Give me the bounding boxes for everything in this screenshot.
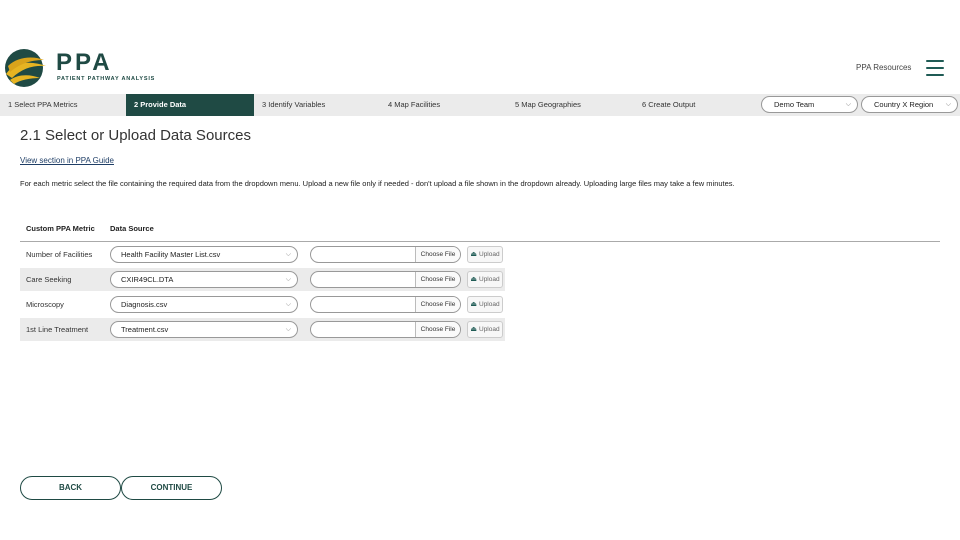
data-source-value: Diagnosis.csv (121, 300, 168, 309)
file-name-field[interactable] (311, 297, 417, 312)
column-header-metric: Custom PPA Metric (26, 224, 95, 233)
upload-button[interactable]: ⏏ Upload (467, 296, 503, 313)
logo-subtitle: PATIENT PATHWAY ANALYSIS (57, 76, 156, 82)
continue-button[interactable]: CONTINUE (121, 476, 222, 500)
choose-file-button[interactable]: Choose File (415, 272, 460, 287)
team-select-value: Demo Team (774, 100, 815, 109)
choose-file-button[interactable]: Choose File (415, 297, 460, 312)
data-source-select[interactable]: CXIR49CL.DTA ⌵ (110, 271, 298, 288)
ppa-resources-link[interactable]: PPA Resources (856, 63, 911, 72)
choose-file-button[interactable]: Choose File (415, 247, 460, 262)
upload-icon: ⏏ (470, 301, 477, 308)
data-source-value: Health Facility Master List.csv (121, 250, 221, 259)
file-name-field[interactable] (311, 272, 417, 287)
data-source-value: Treatment.csv (121, 325, 169, 334)
step-select-ppa-metrics[interactable]: 1 Select PPA Metrics (0, 94, 126, 116)
step-identify-variables[interactable]: 3 Identify Variables (254, 94, 380, 116)
column-header-data-source: Data Source (110, 224, 154, 233)
upload-button[interactable]: ⏏ Upload (467, 246, 503, 263)
chevron-down-icon: ⌵ (285, 276, 291, 283)
upload-label: Upload (479, 326, 500, 333)
chevron-down-icon: ⌵ (285, 326, 291, 333)
step-navigation: 1 Select PPA Metrics 2 Provide Data 3 Id… (0, 94, 960, 116)
data-source-value: CXIR49CL.DTA (121, 275, 174, 284)
data-source-select[interactable]: Health Facility Master List.csv ⌵ (110, 246, 298, 263)
region-select[interactable]: Country X Region ⌵ (861, 96, 958, 113)
file-input[interactable]: Choose File (310, 321, 461, 338)
metric-label: 1st Line Treatment (26, 325, 89, 334)
step-create-output[interactable]: 6 Create Output (634, 94, 754, 116)
back-button[interactable]: BACK (20, 476, 121, 500)
file-name-field[interactable] (311, 247, 417, 262)
instructions-text: For each metric select the file containi… (20, 179, 735, 188)
table-row: Microscopy Diagnosis.csv ⌵ Choose File ⏏… (20, 293, 505, 316)
choose-file-button[interactable]: Choose File (415, 322, 460, 337)
file-input[interactable]: Choose File (310, 246, 461, 263)
step-provide-data[interactable]: 2 Provide Data (126, 94, 254, 116)
upload-button[interactable]: ⏏ Upload (467, 321, 503, 338)
chevron-down-icon: ⌵ (945, 101, 951, 108)
metric-label: Care Seeking (26, 275, 72, 284)
table-row: 1st Line Treatment Treatment.csv ⌵ Choos… (20, 318, 505, 341)
upload-icon: ⏏ (470, 276, 477, 283)
guide-link[interactable]: View section in PPA Guide (20, 156, 114, 165)
table-divider (20, 241, 940, 242)
metric-label: Microscopy (26, 300, 64, 309)
page-title: 2.1 Select or Upload Data Sources (20, 127, 251, 144)
region-select-value: Country X Region (874, 100, 934, 109)
metric-label: Number of Facilities (26, 250, 93, 259)
table-row: Number of Facilities Health Facility Mas… (20, 243, 505, 266)
file-name-field[interactable] (311, 322, 417, 337)
upload-label: Upload (479, 301, 500, 308)
data-source-select[interactable]: Treatment.csv ⌵ (110, 321, 298, 338)
file-input[interactable]: Choose File (310, 296, 461, 313)
file-input[interactable]: Choose File (310, 271, 461, 288)
hamburger-icon[interactable] (926, 60, 944, 76)
table-row: Care Seeking CXIR49CL.DTA ⌵ Choose File … (20, 268, 505, 291)
upload-icon: ⏏ (470, 326, 477, 333)
data-source-select[interactable]: Diagnosis.csv ⌵ (110, 296, 298, 313)
upload-icon: ⏏ (470, 251, 477, 258)
upload-label: Upload (479, 251, 500, 258)
upload-label: Upload (479, 276, 500, 283)
upload-button[interactable]: ⏏ Upload (467, 271, 503, 288)
ppa-logo-icon (5, 49, 46, 87)
chevron-down-icon: ⌵ (285, 251, 291, 258)
step-map-facilities[interactable]: 4 Map Facilities (380, 94, 507, 116)
step-map-geographies[interactable]: 5 Map Geographies (507, 94, 634, 116)
chevron-down-icon: ⌵ (845, 101, 851, 108)
logo-title: PPA (56, 49, 113, 76)
chevron-down-icon: ⌵ (285, 301, 291, 308)
team-select[interactable]: Demo Team ⌵ (761, 96, 858, 113)
